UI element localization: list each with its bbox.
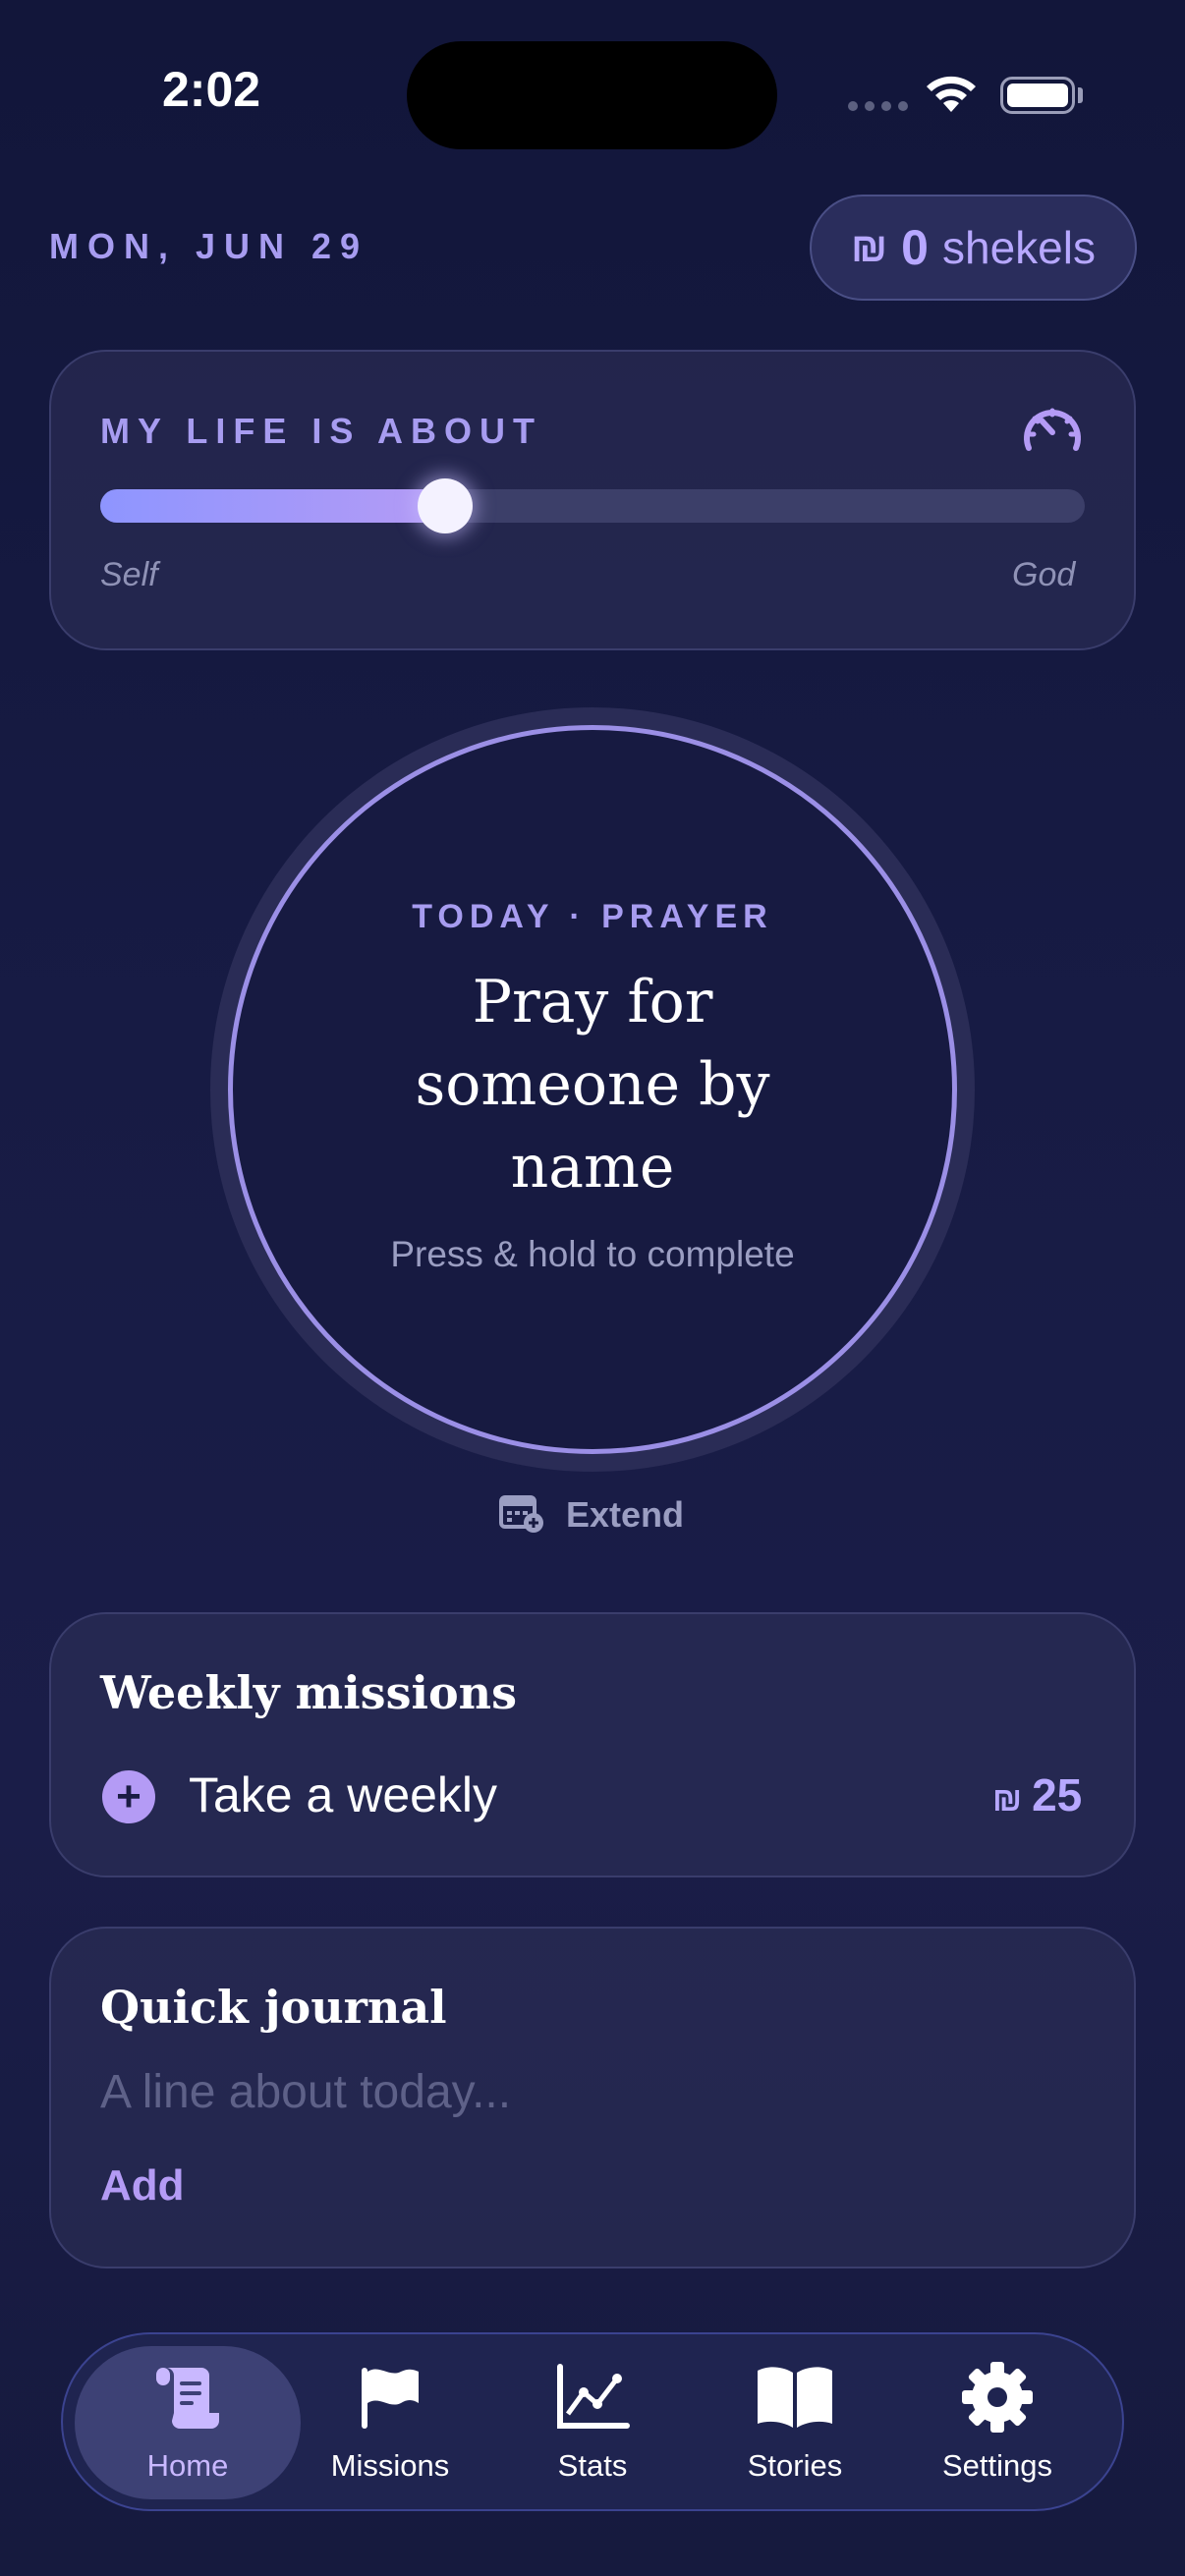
- wifi-icon: [924, 73, 979, 118]
- extend-button[interactable]: Extend: [499, 1493, 684, 1537]
- current-date: MON, JUN 29: [49, 226, 369, 266]
- status-time: 2:02: [162, 62, 261, 117]
- tab-missions[interactable]: Missions: [287, 2358, 493, 2495]
- weekly-missions-card: [49, 1612, 1136, 1877]
- tab-stats[interactable]: Stats: [489, 2358, 696, 2495]
- tab-stories[interactable]: Stories: [692, 2358, 898, 2495]
- mission-reward-amount: 25: [1032, 1769, 1083, 1820]
- tab-stats-label: Stats: [557, 2448, 628, 2483]
- tab-settings[interactable]: Settings: [894, 2358, 1100, 2495]
- tab-home[interactable]: Home: [85, 2358, 291, 2495]
- gauge-icon[interactable]: [1020, 401, 1085, 460]
- gear-icon: [960, 2358, 1035, 2436]
- life-about-title: MY LIFE IS ABOUT: [100, 411, 543, 451]
- shekels-label: shekels: [941, 222, 1096, 273]
- dynamic-island: [407, 41, 777, 149]
- cellular-signal-icon: [848, 101, 908, 111]
- chart-icon: [554, 2358, 631, 2436]
- battery-cap: [1078, 87, 1083, 103]
- book-icon: [754, 2358, 836, 2436]
- journal-add-button[interactable]: Add: [100, 2161, 185, 2211]
- today-task-title: Pray for someone by name: [415, 968, 770, 1202]
- extend-label: Extend: [566, 1494, 685, 1535]
- tab-missions-label: Missions: [330, 2448, 450, 2483]
- tab-stories-label: Stories: [747, 2448, 843, 2483]
- scroll-icon: [150, 2358, 225, 2436]
- weekly-missions-title: Weekly missions: [100, 1666, 517, 1719]
- calendar-add-icon: [499, 1493, 544, 1537]
- battery-icon: [1000, 77, 1075, 114]
- mission-reward: ₪ 25: [992, 1768, 1082, 1821]
- shekel-icon: ₪: [992, 1781, 1023, 1819]
- press-hold-hint: Press & hold to complete: [390, 1234, 795, 1274]
- quick-journal-title: Quick journal: [100, 1981, 447, 2034]
- journal-input[interactable]: [100, 2065, 1083, 2119]
- shekel-icon: ₪: [851, 224, 888, 270]
- flag-icon: [356, 2358, 424, 2436]
- shekels-balance-button[interactable]: ₪ 0 shekels: [810, 195, 1137, 301]
- tab-settings-label: Settings: [941, 2448, 1052, 2483]
- mission-item-text[interactable]: Take a weekly: [189, 1766, 497, 1823]
- slider-min-label: Self: [100, 556, 158, 593]
- life-slider-fill: [100, 489, 445, 523]
- slider-max-label: God: [1012, 556, 1076, 593]
- life-slider-thumb[interactable]: [417, 478, 473, 533]
- shekels-count: 0: [901, 220, 929, 275]
- add-mission-icon[interactable]: +: [102, 1770, 155, 1823]
- today-category-label: TODAY · PRAYER: [412, 898, 773, 935]
- tab-home-label: Home: [146, 2448, 229, 2483]
